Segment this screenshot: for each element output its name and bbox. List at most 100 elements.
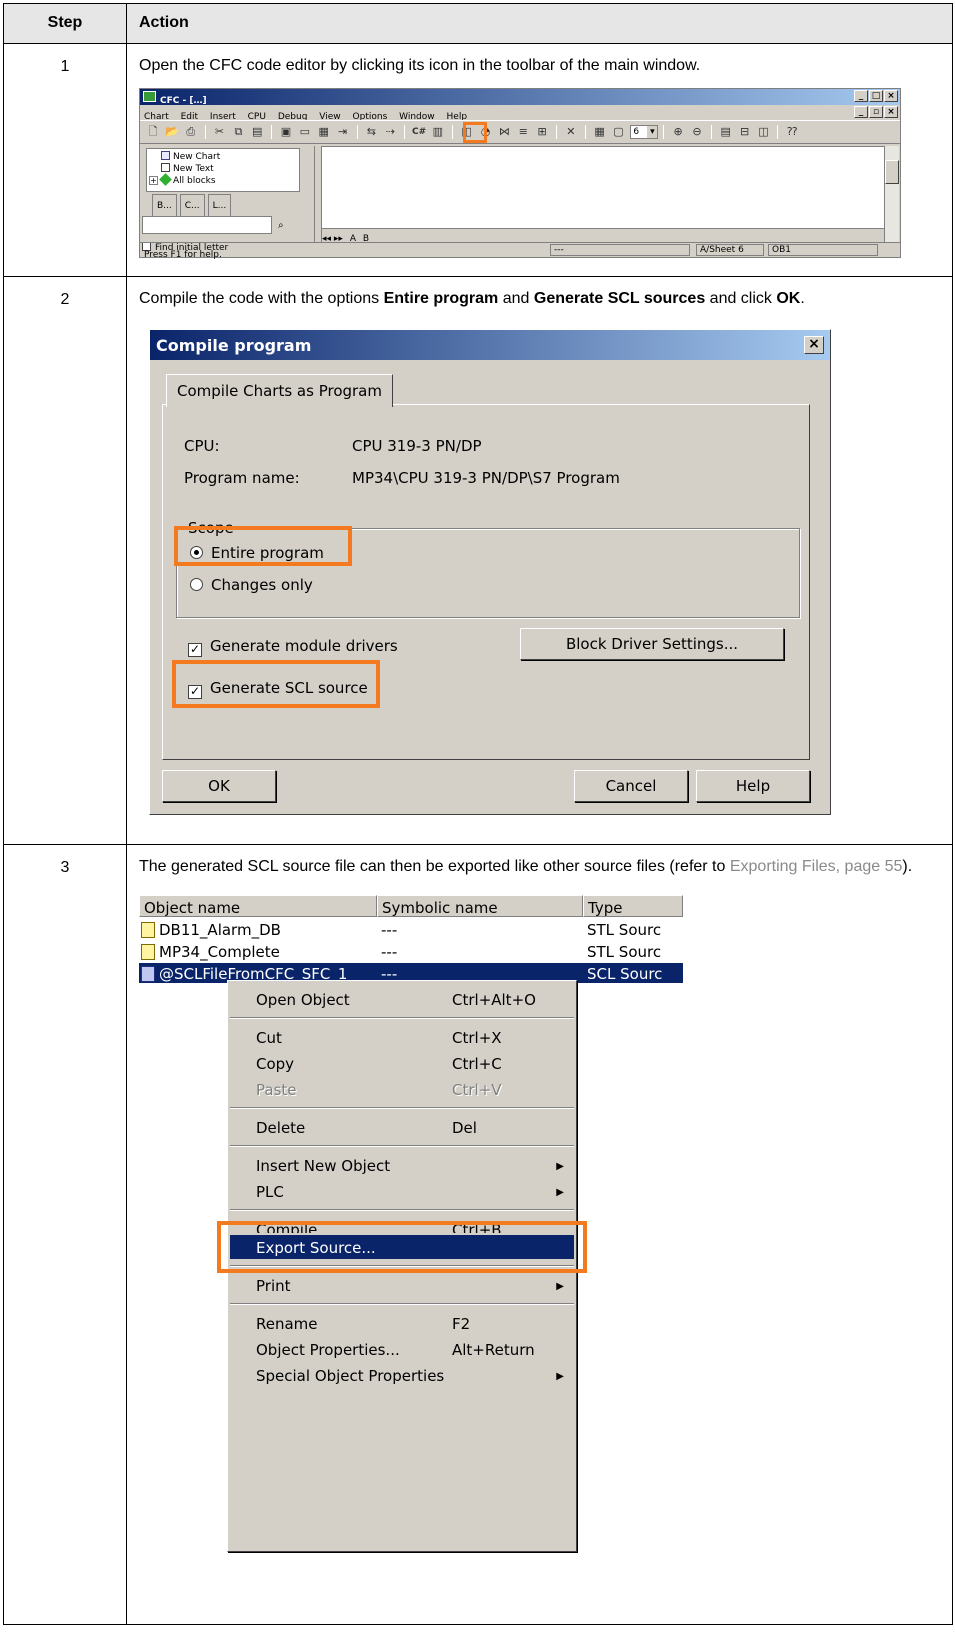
paste-icon[interactable]: ▤: [250, 125, 264, 139]
menu-item-print[interactable]: Print ▶: [230, 1273, 574, 1297]
toolbar-separator: [271, 125, 273, 139]
menu-item-plc[interactable]: PLC ▶: [230, 1179, 574, 1203]
ok-button[interactable]: OK: [162, 770, 276, 802]
status-help: Press F1 for help.: [144, 250, 222, 260]
zoom-select[interactable]: 6: [630, 125, 659, 139]
table-row: 2 Compile the code with the options Enti…: [3, 276, 953, 845]
step-action: Open the CFC code editor by clicking its…: [126, 43, 953, 277]
split-icon[interactable]: ⊟: [738, 125, 752, 139]
entire-program-highlight: [174, 526, 352, 566]
column-header-symbolic-name[interactable]: Symbolic name: [377, 895, 583, 917]
table-header-row: Step Action: [3, 3, 953, 44]
status-field-sheet: A/Sheet 6: [696, 244, 764, 256]
tab-charts[interactable]: C...: [179, 194, 205, 218]
mdi-close-icon[interactable]: ×: [884, 106, 898, 118]
mdi-restore-icon[interactable]: ▫: [869, 106, 883, 118]
menu-item-cut[interactable]: Cut Ctrl+X: [230, 1025, 574, 1049]
list-item[interactable]: MP34_Complete --- STL Sourc: [139, 941, 683, 961]
object-type: SCL Sourc: [587, 965, 663, 983]
radio-changes-only[interactable]: Changes only: [190, 575, 313, 595]
mdi-minimize-icon[interactable]: _: [854, 106, 868, 118]
new-icon[interactable]: 🗋: [146, 125, 160, 139]
help-cursor-icon[interactable]: ⁇: [785, 125, 799, 139]
exporting-files-link[interactable]: Exporting Files, page 55: [730, 858, 903, 875]
block-driver-settings-button[interactable]: Block Driver Settings...: [520, 628, 784, 660]
tab-blocks[interactable]: B...: [152, 194, 177, 218]
list-item[interactable]: DB11_Alarm_DB --- STL Sourc: [139, 919, 683, 939]
zoom-out-icon[interactable]: ⊖: [690, 125, 704, 139]
maximize-icon[interactable]: □: [869, 90, 883, 102]
close-icon[interactable]: ×: [804, 336, 824, 354]
overview-icon[interactable]: ▤: [719, 125, 733, 139]
copy-icon[interactable]: ⧉: [231, 125, 245, 139]
sheet-tab-bar: ◂◂ ▸▸ A B: [322, 228, 885, 244]
catalog-tabs: B... C... L...: [152, 194, 232, 218]
binoculars-icon[interactable]: ⌕: [278, 216, 292, 231]
expand-icon[interactable]: +: [149, 176, 158, 185]
close-icon[interactable]: ×: [884, 90, 898, 102]
toolbar-separator: [663, 125, 665, 139]
frame-icon[interactable]: ▢: [612, 125, 626, 139]
tree-item[interactable]: New Text: [161, 163, 299, 175]
chart-icon[interactable]: ▣: [279, 125, 293, 139]
symbolic-name: ---: [381, 943, 398, 961]
run-sequence-icon[interactable]: ⇆: [364, 125, 378, 139]
column-header-object-name[interactable]: Object name: [139, 895, 377, 917]
generate-module-drivers-checkbox[interactable]: ✓ Generate module drivers: [188, 636, 398, 657]
vertical-scrollbar[interactable]: [884, 146, 899, 242]
toolbar-separator: [451, 125, 453, 139]
find-input[interactable]: [142, 216, 272, 234]
cross-icon[interactable]: ✕: [564, 125, 578, 139]
ref-icon[interactable]: ⊞: [535, 125, 549, 139]
open-icon[interactable]: 📂: [165, 125, 179, 139]
list-icon[interactable]: ≡: [516, 125, 530, 139]
minimize-icon[interactable]: _: [854, 90, 868, 102]
menu-item-special-object-properties[interactable]: Special Object Properties ▶: [230, 1363, 574, 1387]
menu-item-insert-new-object[interactable]: Insert New Object ▶: [230, 1153, 574, 1177]
cut-icon[interactable]: ✂: [213, 125, 227, 139]
status-bar: Press F1 for help. --- A/Sheet 6 OB1: [140, 242, 900, 260]
menu-item-open-object[interactable]: Open Object Ctrl+Alt+O: [230, 987, 574, 1011]
columns-icon[interactable]: ◫: [757, 125, 771, 139]
blocks-icon: [159, 173, 172, 186]
column-header-type[interactable]: Type: [583, 895, 683, 917]
arrow-icon[interactable]: ⇢: [383, 125, 397, 139]
download-icon[interactable]: ▥: [431, 125, 445, 139]
menu-item-copy[interactable]: Copy Ctrl+C: [230, 1051, 574, 1075]
compile-icon[interactable]: C#: [412, 125, 426, 139]
export-source-highlight: [217, 1221, 587, 1273]
object-list: Object name Symbolic name Type DB11_Alar…: [139, 895, 699, 1575]
cancel-button[interactable]: Cancel: [574, 770, 688, 802]
status-field-block: OB1: [768, 244, 878, 256]
sheet-icon[interactable]: ▭: [298, 125, 312, 139]
print-icon[interactable]: ⎙: [184, 125, 198, 139]
cfc-title-bar: CFC - […] _ □ ×: [140, 89, 900, 106]
object-name: DB11_Alarm_DB: [141, 920, 281, 940]
compile-dialog: Compile program × Compile Charts as Prog…: [149, 329, 831, 815]
step-number: 2: [3, 276, 127, 845]
checkmark-icon: ✓: [188, 642, 202, 657]
tree-item[interactable]: + All blocks: [149, 173, 299, 187]
block-icon[interactable]: ▦: [317, 125, 331, 139]
program-name-value: MP34\CPU 319-3 PN/DP\S7 Program: [352, 469, 620, 487]
stl-source-icon: [141, 944, 155, 960]
tree-item[interactable]: New Chart: [161, 151, 299, 163]
menu-item-delete[interactable]: Delete Del: [230, 1115, 574, 1139]
stl-source-icon: [141, 922, 155, 938]
help-button[interactable]: Help: [696, 770, 810, 802]
grid-icon[interactable]: ▦: [593, 125, 607, 139]
mdi-window-buttons: _ ▫ ×: [854, 106, 898, 118]
tab-compile-charts[interactable]: Compile Charts as Program: [166, 374, 393, 407]
scroll-thumb[interactable]: [885, 160, 899, 184]
trend-icon[interactable]: ⋈: [497, 125, 511, 139]
toolbar-separator: [404, 125, 406, 139]
pane-splitter[interactable]: [314, 146, 322, 242]
tab-libraries[interactable]: L...: [207, 194, 232, 218]
generate-scl-highlight: [172, 660, 380, 708]
zoom-in-icon[interactable]: ⊕: [671, 125, 685, 139]
chart-canvas[interactable]: [322, 146, 885, 228]
chart-icon: [161, 151, 170, 160]
connect-icon[interactable]: ⇥: [336, 125, 350, 139]
menu-item-rename[interactable]: Rename F2: [230, 1311, 574, 1335]
menu-item-object-properties[interactable]: Object Properties... Alt+Return: [230, 1337, 574, 1361]
